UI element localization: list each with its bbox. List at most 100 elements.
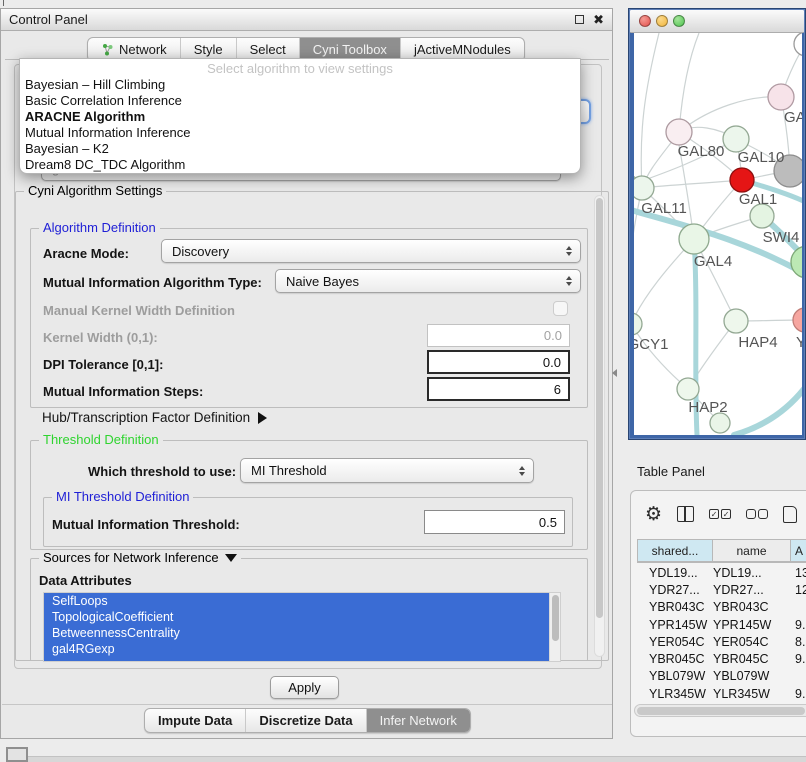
table-hscrollbar-thumb[interactable] (637, 707, 805, 715)
tab-network-label: Network (119, 42, 167, 57)
float-panel-icon[interactable] (575, 15, 584, 24)
data-attributes-label: Data Attributes (39, 573, 132, 588)
network-edges-thick[interactable] (634, 180, 802, 435)
node-biggreen-right[interactable] (791, 246, 802, 278)
label-gcy1: GCY1 (634, 336, 668, 353)
list-item-topologicalcoefficient[interactable]: TopologicalCoefficient (44, 609, 560, 625)
label-gal80: GAL80 (678, 143, 725, 160)
node-pink-top[interactable] (768, 84, 794, 110)
gear-icon[interactable]: ⚙ (645, 504, 662, 524)
settings-scrollbar[interactable] (594, 195, 605, 657)
settings-group-title: Cyni Algorithm Settings (24, 183, 166, 198)
menu-item-mutual-information[interactable]: Mutual Information Inference (20, 125, 580, 141)
document-icon[interactable] (783, 506, 797, 523)
node-hap4[interactable] (724, 309, 748, 333)
column-header-name[interactable]: name (713, 540, 791, 562)
select-all-icon[interactable]: ✓ ✓ (709, 509, 731, 519)
node-gal80[interactable] (666, 119, 692, 145)
control-panel-window: Control Panel ✖ Network Style Select Cyn… (0, 8, 613, 739)
tab-discretize-data[interactable]: Discretize Data (245, 709, 365, 732)
label-gal4: GAL4 (694, 253, 732, 270)
tab-jactivemnodules-label: jActiveMNodules (414, 42, 511, 57)
tab-infer-network[interactable]: Infer Network (366, 709, 470, 732)
node-gcy1[interactable] (634, 313, 642, 335)
label-gal1: GAL1 (739, 191, 777, 208)
close-panel-icon[interactable]: ✖ (593, 15, 604, 24)
mi-steps-value: 6 (554, 382, 561, 397)
control-panel-titlebar[interactable]: Control Panel ✖ (1, 9, 612, 31)
menu-item-bayesian-hill-climbing[interactable]: Bayesian – Hill Climbing (20, 77, 580, 93)
node-truncated-topright[interactable] (794, 33, 802, 56)
minimized-panel-icon[interactable] (6, 747, 28, 762)
apply-button[interactable]: Apply (270, 676, 339, 699)
node-gal4[interactable] (679, 224, 709, 254)
node-gal1-red[interactable] (730, 168, 754, 192)
kernel-width-field[interactable]: 0.0 (427, 324, 570, 347)
node-hap2[interactable] (677, 378, 699, 400)
threshold-definition-group: Threshold Definition Which threshold to … (30, 440, 588, 550)
menu-item-basic-correlation[interactable]: Basic Correlation Inference (20, 93, 580, 109)
expand-right-icon (258, 412, 267, 424)
settings-scrollbar-thumb[interactable] (596, 198, 603, 618)
table-toolbar: ⚙ ✓ ✓ (645, 503, 797, 525)
list-scrollbar[interactable] (549, 593, 560, 661)
kernel-width-label: Kernel Width (0,1): (43, 330, 158, 345)
node-bottom-partial[interactable] (710, 413, 730, 433)
which-threshold-combo[interactable]: MI Threshold (240, 458, 534, 483)
menu-item-dream8[interactable]: Dream8 DC_TDC Algorithm (20, 157, 580, 173)
table-row[interactable]: YDR27...YDR27...12 (637, 581, 806, 598)
dpi-tolerance-label: DPI Tolerance [0,1]: (43, 357, 163, 372)
column-header-truncated[interactable]: A (791, 540, 806, 562)
algorithm-definition-group: Algorithm Definition Aracne Mode: Discov… (30, 228, 588, 408)
tab-impute-data[interactable]: Impute Data (145, 709, 245, 732)
hub-definition-expander[interactable]: Hub/Transcription Factor Definition (42, 410, 267, 425)
mi-algorithm-type-combo[interactable]: Naive Bayes (275, 269, 581, 293)
column-header-shared[interactable]: shared... (638, 540, 713, 562)
network-window-titlebar[interactable] (630, 10, 804, 33)
list-item-partial[interactable] (44, 657, 560, 662)
panel-splitter-arrow[interactable] (612, 369, 617, 377)
mi-threshold-field[interactable]: 0.5 (424, 510, 565, 534)
node-gal11[interactable] (634, 176, 654, 200)
table-row[interactable]: YER054CYER054C8. (637, 633, 806, 650)
network-canvas[interactable]: GAL GAL80 GAL10 GAL1 GAL11 SWI4 GAL4 GCY… (634, 33, 802, 435)
window-zoom-icon[interactable] (673, 15, 685, 27)
table-hscrollbar[interactable] (634, 704, 806, 717)
threshold-definition-title: Threshold Definition (39, 432, 163, 447)
table-row[interactable]: YBR045CYBR045C9. (637, 650, 806, 667)
label-gal10: GAL10 (738, 149, 785, 166)
label-truncated-right: Y (796, 334, 802, 351)
window-close-icon[interactable] (639, 15, 651, 27)
list-item-betweennesscentrality[interactable]: BetweennessCentrality (44, 625, 560, 641)
aracne-mode-label: Aracne Mode: (43, 246, 129, 261)
list-scrollbar-thumb[interactable] (552, 595, 559, 641)
algorithm-dropdown-popup: Select algorithm to view settings Bayesi… (19, 58, 581, 174)
tab-infer-network-label: Infer Network (380, 713, 457, 728)
kernel-width-value: 0.0 (544, 328, 562, 343)
bottom-panel-edge (28, 756, 806, 762)
mi-algorithm-type-value: Naive Bayes (286, 274, 359, 289)
combo-arrows-icon (566, 276, 572, 286)
node-salmon-right[interactable] (793, 308, 802, 332)
list-item-selfloops[interactable]: SelfLoops (44, 593, 560, 609)
aracne-mode-combo[interactable]: Discovery (161, 239, 581, 263)
table-row[interactable]: YBR043CYBR043C (637, 599, 806, 616)
label-gal11: GAL11 (641, 200, 687, 217)
manual-kernel-checkbox[interactable] (553, 301, 568, 316)
collapse-down-icon[interactable] (225, 554, 237, 562)
menu-item-bayesian-k2[interactable]: Bayesian – K2 (20, 141, 580, 157)
window-minimize-icon[interactable] (656, 15, 668, 27)
column-layout-icon[interactable] (677, 506, 694, 522)
dpi-tolerance-field[interactable]: 0.0 (427, 350, 570, 374)
table-row[interactable]: YLR345WYLR345W9. (637, 685, 806, 702)
algorithm-definition-title: Algorithm Definition (39, 220, 160, 235)
mi-steps-field[interactable]: 6 (427, 377, 570, 401)
table-row[interactable]: YBL079WYBL079W (637, 668, 806, 685)
mi-threshold-title: MI Threshold Definition (52, 489, 193, 504)
list-item-gal4rgexp[interactable]: gal4RGexp (44, 641, 560, 657)
menu-item-aracne[interactable]: ARACNE Algorithm (20, 109, 580, 125)
deselect-all-icon[interactable] (746, 509, 768, 519)
cyni-algorithm-settings-group: Cyni Algorithm Settings Algorithm Defini… (15, 191, 609, 661)
table-row[interactable]: YDL19...YDL19...13 (637, 564, 806, 581)
table-row[interactable]: YPR145WYPR145W9. (637, 616, 806, 633)
